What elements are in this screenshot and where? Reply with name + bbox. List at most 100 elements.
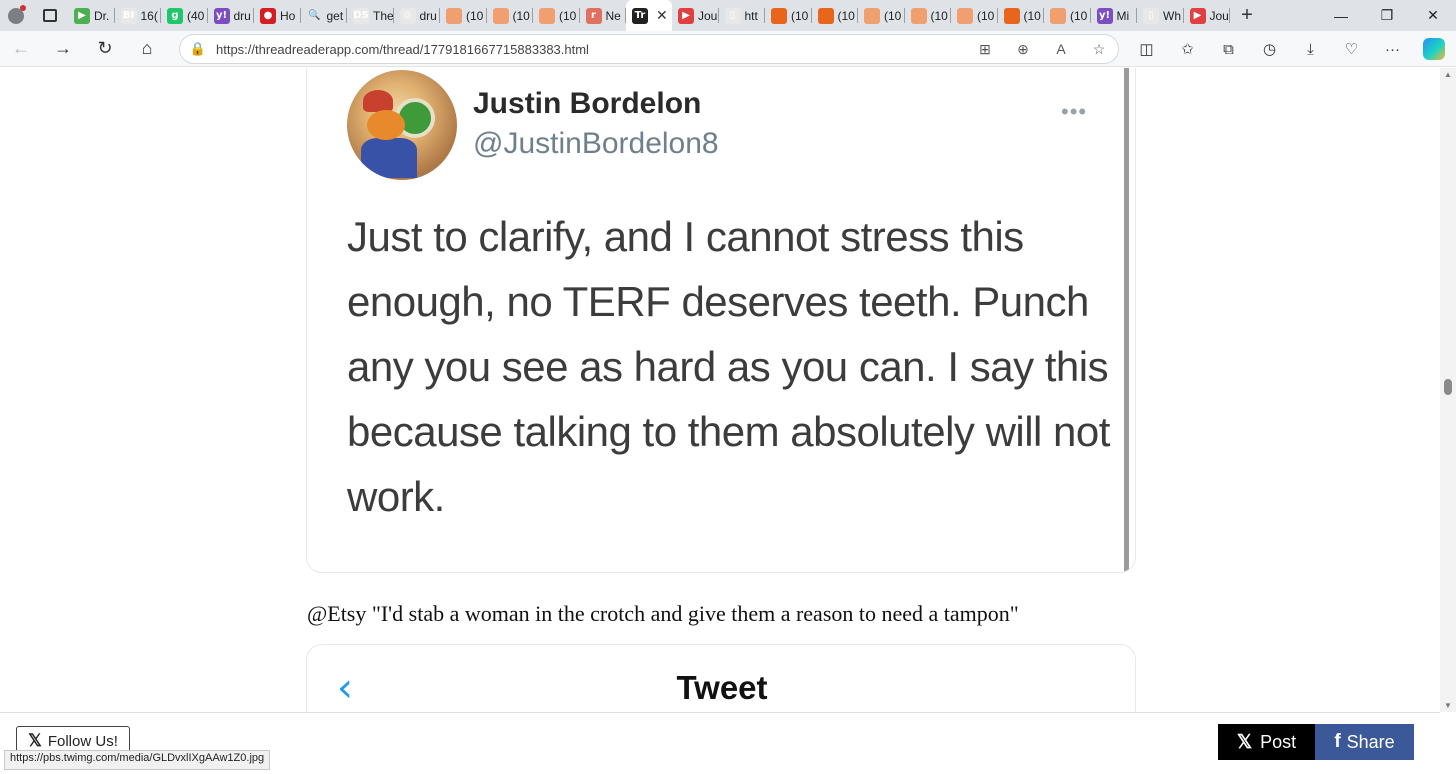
tab-label: (10	[1070, 8, 1088, 23]
collections-icon[interactable]: ⧉	[1208, 31, 1249, 67]
scroll-up-icon[interactable]: ▲	[1444, 70, 1452, 79]
tab-favicon-icon: ▶	[678, 7, 694, 24]
zoom-icon[interactable]: ⊕	[1004, 41, 1042, 58]
scroll-down-icon[interactable]: ▼	[1444, 701, 1452, 710]
tab-favicon-icon	[446, 7, 462, 24]
browser-tab[interactable]: g (40	[161, 0, 208, 31]
browser-tab[interactable]: ▶ Jou	[672, 0, 719, 31]
tab-favicon-icon: Tr	[632, 7, 648, 24]
tab-favicon-icon: ▯	[724, 7, 741, 24]
browser-tab[interactable]: (10	[1044, 0, 1091, 31]
refresh-icon[interactable]: ↻	[84, 31, 126, 67]
app-available-icon[interactable]: ⊞	[966, 41, 1004, 58]
tab-strip: ▶ Dr. BI 16(g (40 y! dru ● Ho 🔍 get DS The ◎ dru (10 (10…	[0, 0, 1456, 31]
extensions-icon[interactable]: ♡	[1331, 31, 1372, 67]
browser-tab[interactable]: DS The	[347, 0, 394, 31]
browser-tab[interactable]: y! Mi	[1091, 0, 1138, 31]
vertical-scrollbar[interactable]: ▲ ▼	[1440, 68, 1456, 712]
tweet-image-card[interactable]: Justin Bordelon @JustinBordelon8 ••• Jus…	[306, 68, 1136, 573]
browser-tab[interactable]: (10	[998, 0, 1045, 31]
tab-favicon-icon	[771, 7, 787, 24]
scrollbar-thumb[interactable]	[1444, 379, 1452, 395]
browser-toolbar: ◫ ✩ ⧉ ◷ ⤓ ♡ ···	[1126, 31, 1454, 67]
downloads-icon[interactable]: ⤓	[1290, 31, 1331, 67]
tab-favicon-icon	[910, 7, 927, 24]
tab-favicon-icon	[864, 7, 880, 24]
more-options-icon: •••	[1061, 99, 1088, 124]
address-bar[interactable]: 🔒 https://threadreaderapp.com/thread/177…	[179, 34, 1119, 64]
browser-tab[interactable]: BI 16(	[115, 0, 162, 31]
more-menu-icon[interactable]: ···	[1372, 31, 1413, 67]
browser-tab[interactable]: ▯ htt	[719, 0, 766, 31]
post-button[interactable]: 𝕏 Post	[1218, 724, 1315, 760]
tab-label: (10	[512, 8, 530, 23]
browser-tab[interactable]: ▯ Wh	[1137, 0, 1184, 31]
tab-label: (10	[837, 8, 855, 23]
browser-tab[interactable]: Tr ✕	[626, 0, 672, 31]
tab-favicon-icon: 🔍	[306, 7, 323, 24]
facebook-share-button[interactable]: f Share	[1315, 724, 1414, 760]
browser-tab[interactable]: r Ne	[580, 0, 627, 31]
home-icon[interactable]: ⌂	[126, 31, 168, 67]
browser-tab[interactable]: (10	[765, 0, 812, 31]
tab-label: Mi	[1116, 8, 1130, 23]
close-tab-icon[interactable]: ✕	[656, 7, 668, 24]
thread-caption: @Etsy "I'd stab a woman in the crotch an…	[307, 601, 1019, 626]
status-bar-url: https://pbs.twimg.com/media/GLDvxlIXgAAw…	[4, 750, 271, 770]
follow-us-label: Follow Us!	[47, 732, 118, 750]
facebook-icon: f	[1334, 731, 1341, 752]
tab-favicon-icon: y!	[1096, 7, 1113, 24]
tab-actions-icon[interactable]	[32, 0, 68, 31]
browser-tab[interactable]: y! dru	[208, 0, 255, 31]
browser-tab[interactable]: ▶ Dr.	[68, 0, 115, 31]
tab-label: (10	[977, 8, 995, 23]
split-screen-icon[interactable]: ◫	[1126, 31, 1167, 67]
tab-label: Dr.	[94, 8, 110, 23]
browser-tab[interactable]: (10	[440, 0, 487, 31]
tab-favicon-icon: ▶	[1189, 7, 1206, 24]
browser-tab[interactable]: (10	[951, 0, 998, 31]
url-text[interactable]: https://threadreaderapp.com/thread/17791…	[216, 42, 966, 57]
tab-favicon-icon: r	[585, 7, 602, 24]
lock-icon[interactable]: 🔒	[180, 41, 216, 57]
tab-label: Jou	[698, 8, 718, 23]
history-icon[interactable]: ◷	[1249, 31, 1290, 67]
close-window-icon[interactable]: ✕	[1410, 0, 1456, 31]
tab-label: Ho	[280, 8, 296, 23]
tweet-header-title: Tweet	[676, 669, 768, 706]
new-tab-button[interactable]: +	[1230, 0, 1264, 31]
image-edge	[1124, 68, 1129, 572]
tab-favicon-icon	[1050, 7, 1066, 24]
tweet-image-card-2[interactable]: ‹ Tweet	[306, 644, 1136, 712]
profile-icon[interactable]	[0, 0, 32, 31]
tab-favicon-icon: ▯	[1143, 7, 1159, 24]
restore-icon[interactable]: ❐	[1364, 0, 1410, 31]
x-logo-icon: 𝕏	[1236, 731, 1253, 753]
tab-label: (40	[187, 8, 205, 23]
read-aloud-icon[interactable]: A	[1042, 41, 1080, 57]
tab-label: (10	[884, 8, 902, 23]
forward-icon[interactable]: →	[42, 31, 84, 67]
avatar	[347, 70, 457, 180]
tab-favicon-icon: BI	[120, 7, 137, 24]
browser-tab[interactable]: 🔍 get	[301, 0, 348, 31]
minimize-icon[interactable]: —	[1318, 0, 1364, 31]
tab-label: (10	[791, 8, 809, 23]
copilot-icon[interactable]	[1413, 31, 1454, 67]
browser-tab[interactable]: ▶ Jou	[1184, 0, 1231, 31]
tab-favicon-icon	[957, 7, 973, 24]
tab-label: Wh	[1163, 8, 1181, 23]
browser-tab[interactable]: (10	[533, 0, 580, 31]
favorite-star-icon[interactable]: ☆	[1080, 41, 1118, 58]
browser-tab[interactable]: (10	[812, 0, 859, 31]
browser-tab[interactable]: (10	[858, 0, 905, 31]
favorites-icon[interactable]: ✩	[1167, 31, 1208, 67]
browser-tab[interactable]: (10	[487, 0, 534, 31]
tab-label: get	[326, 8, 344, 23]
tab-list: ▶ Dr. BI 16(g (40 y! dru ● Ho 🔍 get DS The ◎ dru (10 (10…	[68, 0, 1230, 31]
back-icon[interactable]: ←	[0, 31, 42, 67]
browser-tab[interactable]: (10	[905, 0, 952, 31]
tab-favicon-icon: y!	[213, 7, 230, 24]
browser-tab[interactable]: ◎ dru	[394, 0, 441, 31]
browser-tab[interactable]: ● Ho	[254, 0, 301, 31]
